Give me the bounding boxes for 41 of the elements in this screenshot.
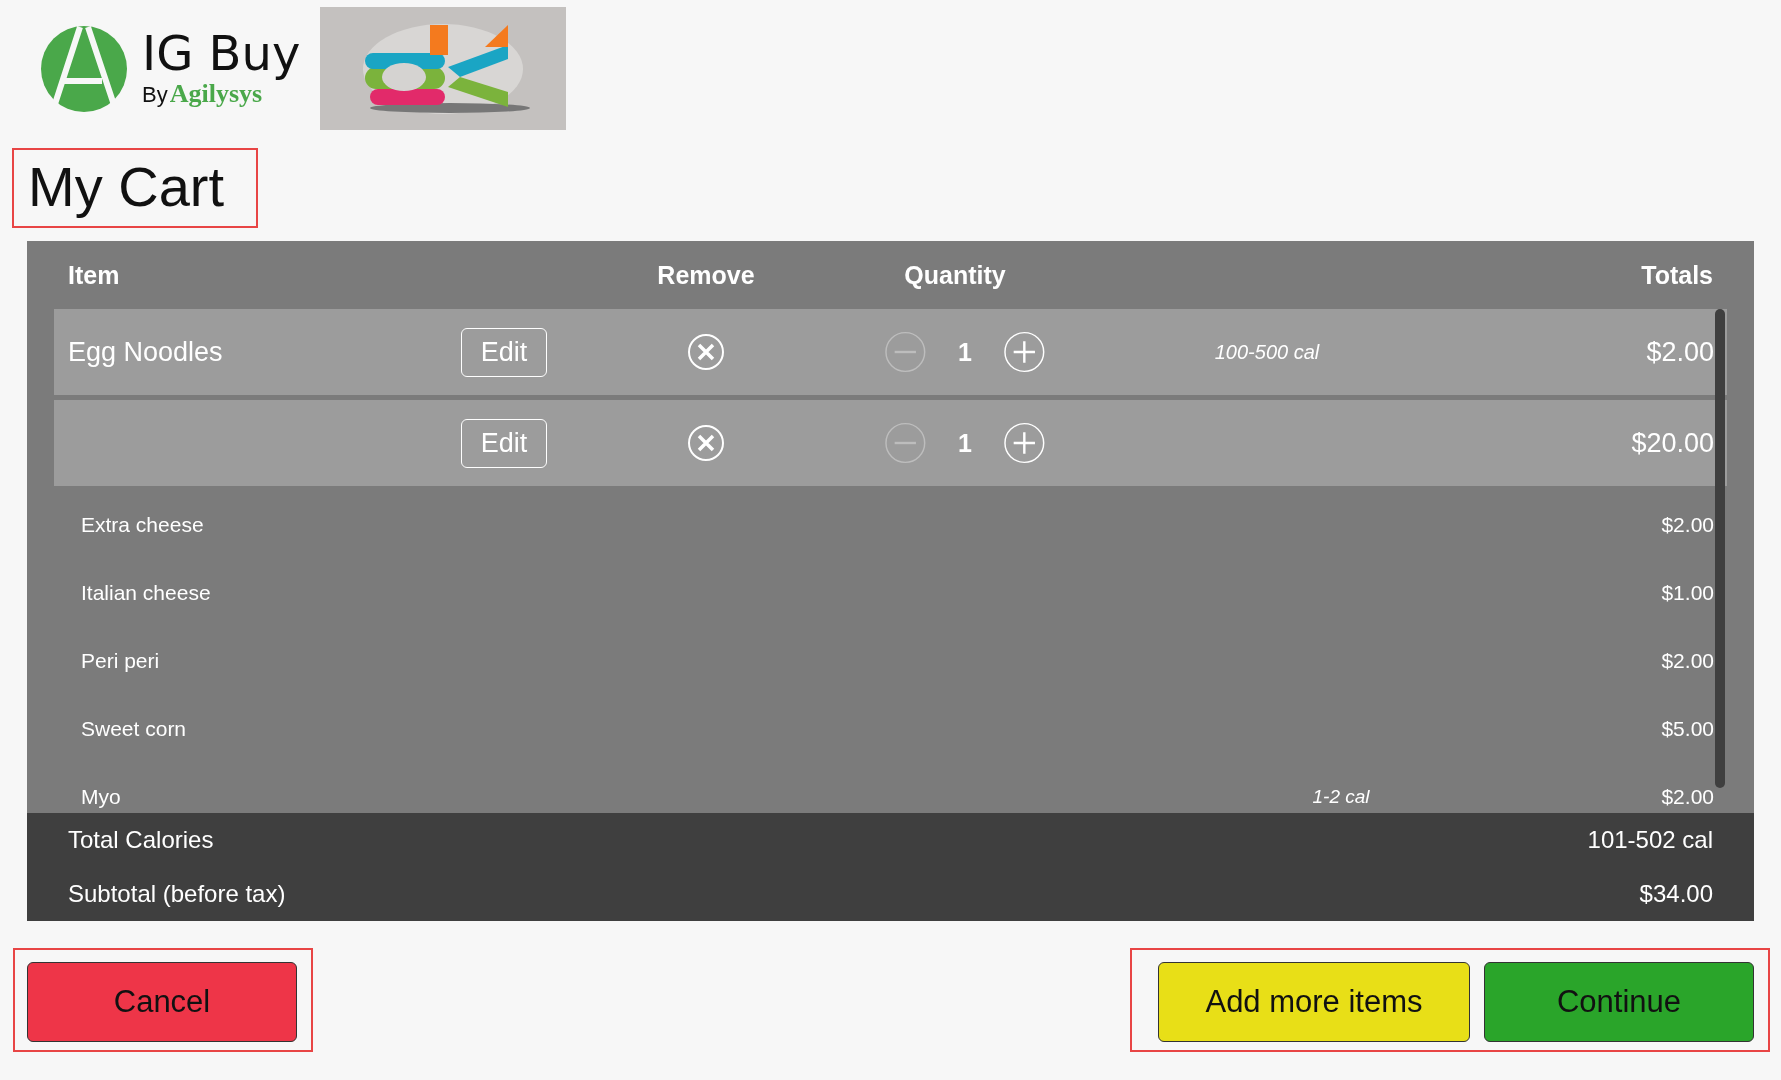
column-header: Quantity — [903, 260, 1007, 290]
summary-label: Subtotal (before tax) — [68, 880, 286, 908]
item-name: Egg Noodles — [68, 336, 224, 368]
continue-button[interactable]: Continue — [1484, 962, 1754, 1042]
modifier-price: $5.00 — [1660, 717, 1714, 741]
item-total: $20.00 — [1630, 427, 1714, 459]
minus-icon[interactable] — [885, 331, 926, 373]
modifier-price: $1.00 — [1660, 581, 1714, 605]
plus-icon[interactable] — [1004, 331, 1045, 373]
cancel-button[interactable]: Cancel — [27, 962, 297, 1042]
modifier-name: Myo — [81, 785, 121, 809]
modifier-price: $2.00 — [1660, 785, 1714, 809]
scrollbar[interactable] — [1715, 309, 1725, 788]
modifier-name: Italian cheese — [81, 581, 211, 605]
remove-icon[interactable] — [687, 424, 725, 462]
column-header: Totals — [1640, 260, 1713, 290]
edit-button[interactable]: Edit — [461, 327, 547, 377]
column-header: Remove — [656, 260, 756, 290]
modifier-name: Extra cheese — [81, 513, 204, 537]
modifier-name: Peri peri — [81, 649, 160, 673]
edit-button[interactable]: Edit — [461, 418, 547, 468]
summary-value: $34.00 — [1639, 880, 1713, 908]
item-total: $2.00 — [1645, 336, 1714, 368]
remove-icon[interactable] — [687, 333, 725, 371]
minus-icon[interactable] — [885, 422, 926, 464]
modifier-price: $2.00 — [1660, 513, 1714, 537]
column-header: Item — [68, 260, 121, 290]
calorie-range: 1-2 cal — [1311, 786, 1371, 808]
summary-value: 101-502 cal — [1587, 826, 1713, 854]
plus-icon[interactable] — [1004, 422, 1045, 464]
byline: By — [142, 81, 168, 108]
modifier-name: Sweet corn — [81, 717, 187, 741]
calorie-range: 100-500 cal — [1213, 340, 1321, 364]
quantity-value: 1 — [957, 337, 973, 367]
summary-label: Total Calories — [68, 826, 214, 854]
company-name: Agilysys — [169, 78, 263, 109]
add-more-button[interactable]: Add more items — [1158, 962, 1470, 1042]
page-title: My Cart — [12, 148, 258, 228]
logo-icon — [40, 24, 128, 113]
modifier-price: $2.00 — [1660, 649, 1714, 673]
quantity-value: 1 — [957, 428, 973, 458]
